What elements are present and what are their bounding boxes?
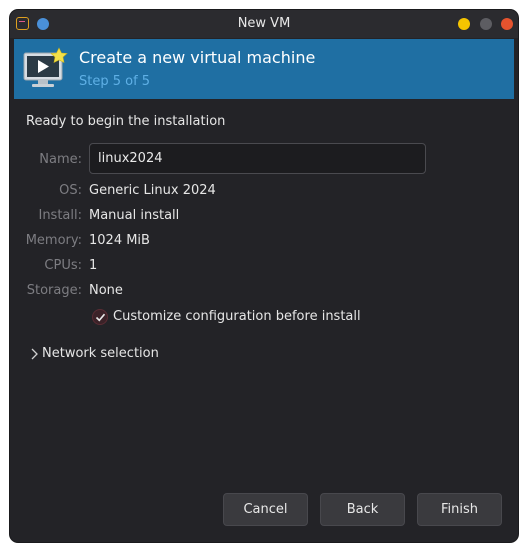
back-button[interactable]: Back xyxy=(320,493,405,526)
memory-label: Memory: xyxy=(25,233,82,248)
os-value: Generic Linux 2024 xyxy=(89,183,216,198)
name-label: Name: xyxy=(39,152,82,167)
chevron-right-icon xyxy=(31,348,38,360)
close-button[interactable] xyxy=(501,18,513,30)
maximize-button[interactable] xyxy=(480,18,492,30)
checkmark-icon xyxy=(95,313,106,322)
storage-value: None xyxy=(89,283,123,298)
install-label: Install: xyxy=(38,208,82,223)
memory-value: 1024 MiB xyxy=(89,233,150,248)
storage-label: Storage: xyxy=(26,283,82,298)
wizard-title: Create a new virtual machine xyxy=(79,48,316,67)
cancel-button[interactable]: Cancel xyxy=(223,493,308,526)
os-label: OS: xyxy=(59,183,82,198)
cpus-value: 1 xyxy=(89,258,98,273)
customize-checkbox-label[interactable]: Customize configuration before install xyxy=(113,309,361,324)
cpus-label: CPUs: xyxy=(44,258,82,273)
customize-checkbox[interactable] xyxy=(92,309,108,325)
finish-button[interactable]: Finish xyxy=(417,493,502,526)
network-selection-label[interactable]: Network selection xyxy=(42,346,159,361)
minimize-button[interactable] xyxy=(458,18,470,30)
summary-heading: Ready to begin the installation xyxy=(26,114,226,129)
install-value: Manual install xyxy=(89,208,180,223)
new-vm-monitor-icon xyxy=(23,47,68,87)
name-input[interactable]: linux2024 xyxy=(89,143,426,174)
wizard-step-indicator: Step 5 of 5 xyxy=(79,74,151,89)
title-bar[interactable]: New VM xyxy=(10,10,518,38)
window-title: New VM xyxy=(237,16,291,31)
wizard-header: Create a new virtual machine Step 5 of 5 xyxy=(14,39,514,99)
new-vm-window: New VM Create a new virtual machine Step… xyxy=(10,10,518,542)
